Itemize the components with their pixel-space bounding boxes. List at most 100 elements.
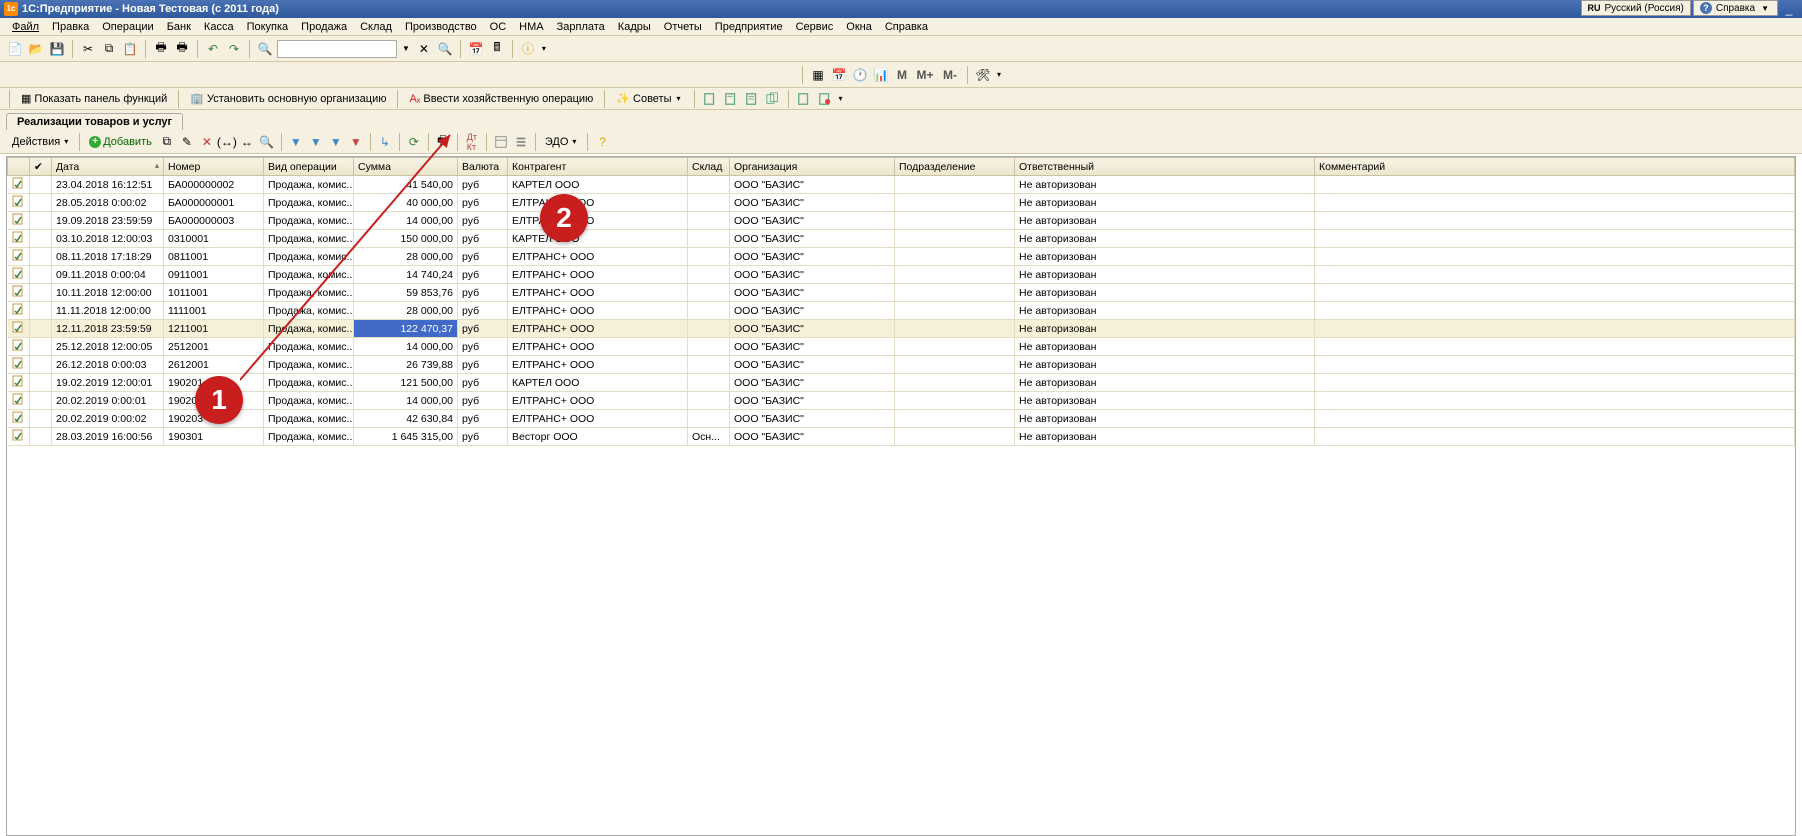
menu-bank[interactable]: Банк [161,21,197,33]
col-mark[interactable]: ✔ [30,158,52,176]
menu-help[interactable]: Справка [879,21,934,33]
memory-mplus[interactable]: M+ [914,66,936,84]
table-row[interactable]: 20.02.2019 0:00:02190203Продажа, комис..… [8,410,1795,428]
doc4-icon[interactable] [764,90,782,108]
edit-row-icon[interactable]: ✎ [178,133,196,151]
title-bar: 1c 1С:Предприятие - Новая Тестовая (с 20… [0,0,1802,18]
new-icon[interactable]: 📄 [6,40,24,58]
cell-mark [30,284,52,302]
cell-dep [895,356,1015,374]
search-input[interactable] [277,40,397,58]
language-button[interactable]: RU Русский (Россия) [1581,0,1691,16]
col-resp[interactable]: Ответственный [1015,158,1315,176]
table-icon[interactable]: ▦ [809,66,827,84]
cell-org: ООО "БАЗИС" [730,320,895,338]
copy-icon[interactable]: ⧉ [100,40,118,58]
set-org-button[interactable]: 🏢 Установить основную организацию [185,90,391,108]
menu-purchase[interactable]: Покупка [241,21,295,33]
doc3-icon[interactable] [743,90,761,108]
search-icon[interactable]: 🔍 [256,40,274,58]
minimize-button[interactable]: _ [1780,0,1798,18]
menu-salary[interactable]: Зарплата [551,21,611,33]
menu-windows[interactable]: Окна [840,21,878,33]
calendar-icon[interactable]: 📅 [467,40,485,58]
memory-m[interactable]: M [893,66,911,84]
cell-mark [30,392,52,410]
col-wh[interactable]: Склад [688,158,730,176]
cell-wh [688,194,730,212]
tools-dropdown-icon[interactable]: ▾ [995,70,1003,79]
paste-icon[interactable]: 📋 [121,40,139,58]
clock-icon[interactable]: 🕐 [851,66,869,84]
col-comm[interactable]: Комментарий [1315,158,1795,176]
cell-resp: Не авторизован [1015,338,1315,356]
doc1-icon[interactable] [701,90,719,108]
delete-row-icon[interactable]: ✕ [198,133,216,151]
add-button[interactable]: + Добавить [85,133,156,151]
save-icon[interactable]: 💾 [48,40,66,58]
col-org[interactable]: Организация [730,158,895,176]
help-button[interactable]: ? Справка ▼ [1693,0,1778,16]
help-list-icon[interactable]: ? [593,133,611,151]
menu-reports[interactable]: Отчеты [658,21,708,33]
show-panel-button[interactable]: ▦ Показать панель функций [16,90,172,108]
doc-dropdown-icon[interactable]: ▾ [837,94,845,103]
menu-hr[interactable]: Кадры [612,21,657,33]
memory-mminus[interactable]: M- [939,66,961,84]
clear-search-icon[interactable]: ✕ [415,40,433,58]
cut-icon[interactable]: ✂ [79,40,97,58]
cell-wh [688,230,730,248]
print-icon[interactable]: 🖶 [152,40,170,58]
doc5-icon[interactable] [795,90,813,108]
doc2-icon[interactable] [722,90,740,108]
menu-os[interactable]: ОС [484,21,513,33]
info-icon[interactable]: ⓘ [519,40,537,58]
tab-realizations[interactable]: Реализации товаров и услуг [6,113,183,130]
menu-cash[interactable]: Касса [198,21,240,33]
info-dropdown-icon[interactable]: ▾ [540,44,548,53]
col-status[interactable] [8,158,30,176]
actions-button[interactable]: Действия ▾ [8,133,74,151]
tips-icon: ✨ [616,92,630,105]
table-row[interactable]: 20.02.2019 0:00:01190202Продажа, комис..… [8,392,1795,410]
menu-sale[interactable]: Продажа [295,21,353,33]
menu-enterprise[interactable]: Предприятие [709,21,789,33]
search-next-icon[interactable]: 🔍 [436,40,454,58]
secondary-toolbar: ▦ 📅 🕐 📊 M M+ M- 🛠 ▾ [0,62,1802,88]
cell-date: 25.12.2018 12:00:05 [52,338,164,356]
document-posted-icon [12,249,26,261]
col-dep[interactable]: Подразделение [895,158,1015,176]
search-dropdown-icon[interactable]: ▼ [400,44,412,53]
undo-icon[interactable]: ↶ [204,40,222,58]
cell-wh [688,248,730,266]
doc6-icon[interactable] [816,90,834,108]
cell-dep [895,320,1015,338]
calculator-icon[interactable]: 🖩 [488,40,506,58]
calendar2-icon[interactable]: 📅 [830,66,848,84]
chart-icon[interactable]: 📊 [872,66,890,84]
menu-operations[interactable]: Операции [96,21,159,33]
cell-wh [688,284,730,302]
menu-nma[interactable]: НМА [513,21,549,33]
menu-production[interactable]: Производство [399,21,483,33]
open-icon[interactable]: 📂 [27,40,45,58]
col-date[interactable]: Дата▴ [52,158,164,176]
tips-button[interactable]: ✨ Советы ▾ [611,90,687,108]
tools-icon[interactable]: 🛠 [974,66,992,84]
menu-warehouse[interactable]: Склад [354,21,398,33]
cell-dep [895,302,1015,320]
print-preview-icon[interactable]: 🖶 [173,40,191,58]
cell-wh [688,302,730,320]
cell-resp: Не авторизован [1015,356,1315,374]
menu-service[interactable]: Сервис [790,21,840,33]
menu-edit[interactable]: Правка [46,21,95,33]
language-label: Русский (Россия) [1605,3,1684,14]
redo-icon[interactable]: ↷ [225,40,243,58]
copy-row-icon[interactable]: ⧉ [158,133,176,151]
menu-file[interactable]: Файл [6,21,45,33]
timeline-icon[interactable]: (↔) [218,133,236,151]
table-row[interactable]: 28.03.2019 16:00:56190301Продажа, комис.… [8,428,1795,446]
cell-org: ООО "БАЗИС" [730,410,895,428]
enter-operation-button[interactable]: Аₓ Ввести хозяйственную операцию [404,90,598,108]
cell-number: 190301 [164,428,264,446]
